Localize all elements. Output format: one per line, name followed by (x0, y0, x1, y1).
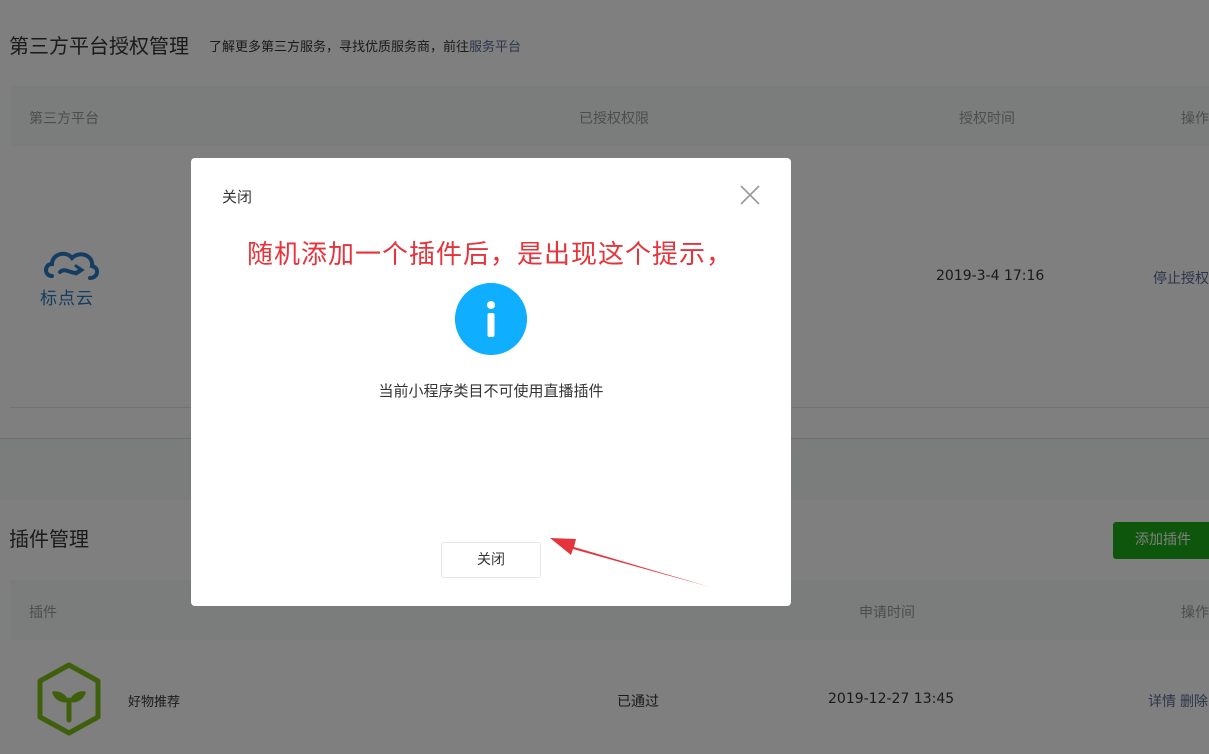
annotation-text: 随机添加一个插件后，是出现这个提示， (247, 240, 734, 270)
close-icon[interactable] (739, 184, 761, 206)
annotation-arrow-icon (550, 538, 710, 587)
dialog-close-button[interactable]: 关闭 (441, 542, 541, 578)
info-icon (455, 283, 527, 355)
dialog-message: 当前小程序类目不可使用直播插件 (378, 382, 604, 400)
dialog-title: 关闭 (222, 188, 253, 206)
page: 第三方平台授权管理 了解更多第三方服务，寻找优质服务商，前往服务平台 第三方平台… (0, 0, 1209, 754)
